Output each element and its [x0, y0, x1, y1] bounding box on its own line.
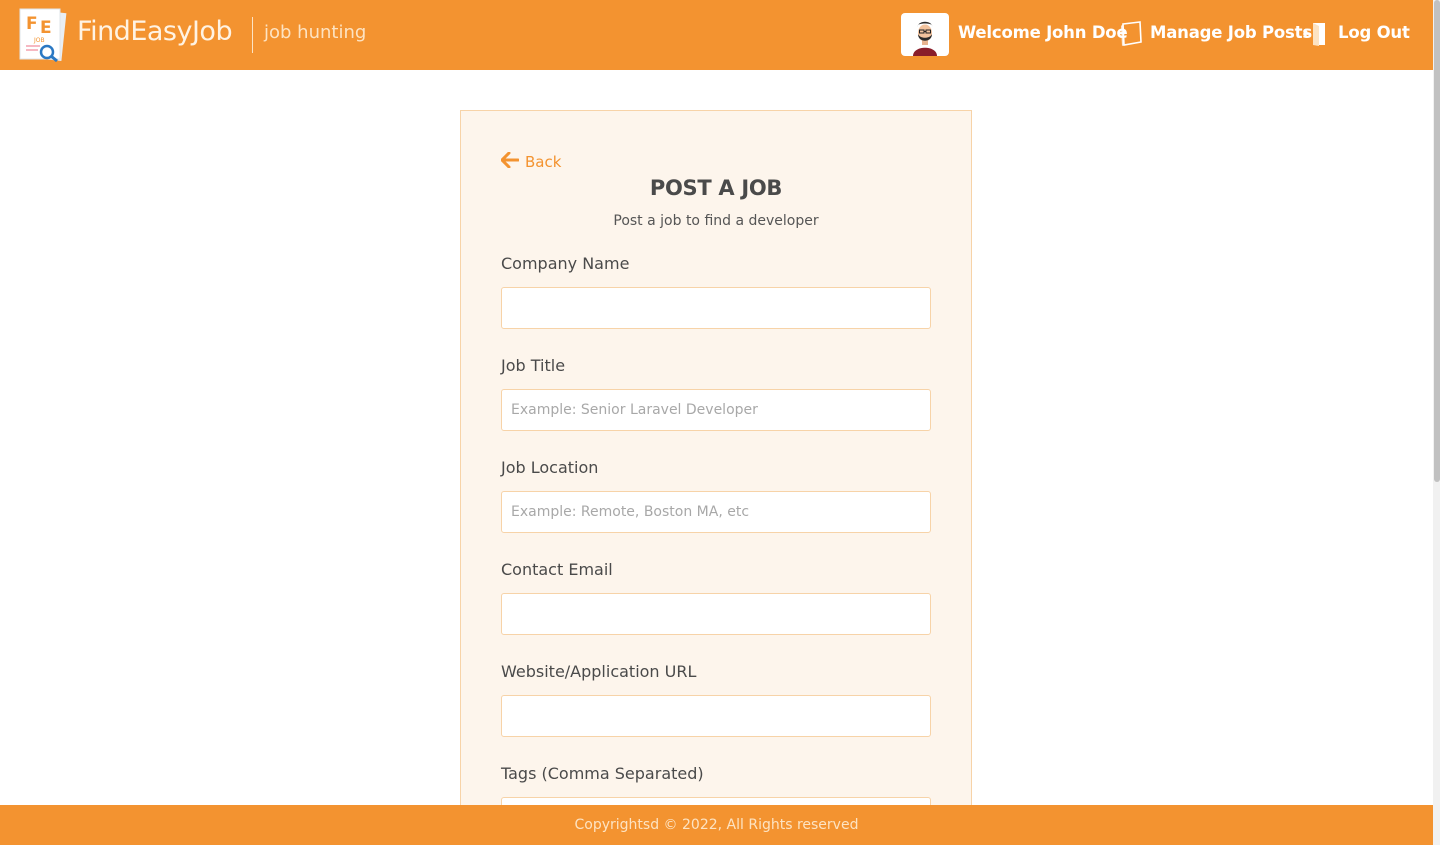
back-label: Back: [525, 153, 562, 171]
tags-label: Tags (Comma Separated): [501, 764, 704, 783]
logo-icon[interactable]: F E JOB: [16, 7, 68, 63]
user-avatar[interactable]: [901, 13, 949, 56]
logout-icon[interactable]: [1302, 21, 1329, 51]
svg-text:E: E: [40, 18, 52, 38]
logout-link[interactable]: Log Out: [1338, 23, 1410, 42]
welcome-user-link[interactable]: Welcome John Doe: [958, 23, 1128, 42]
page-title: POST A JOB: [649, 176, 783, 200]
company-name-label: Company Name: [501, 254, 630, 273]
copyright-text: Copyrightsd © 2022, All Rights reserved: [574, 817, 859, 833]
company-name-input[interactable]: [501, 287, 931, 329]
contact-email-label: Contact Email: [501, 560, 613, 579]
svg-text:F: F: [26, 14, 38, 34]
arrow-left-icon: [500, 151, 520, 172]
back-link[interactable]: Back: [500, 151, 562, 172]
website-url-label: Website/Application URL: [501, 662, 697, 681]
job-title-input[interactable]: [501, 389, 931, 431]
page-footer: Copyrightsd © 2022, All Rights reserved: [0, 805, 1433, 845]
contact-email-input[interactable]: [501, 593, 931, 635]
job-location-input[interactable]: [501, 491, 931, 533]
website-url-input[interactable]: [501, 695, 931, 737]
brand-tagline: job hunting: [264, 22, 367, 43]
page-subtitle: Post a job to find a developer: [613, 213, 819, 229]
manage-job-posts-link[interactable]: Manage Job Posts: [1150, 23, 1312, 42]
brand-divider: [252, 17, 253, 53]
svg-text:JOB: JOB: [33, 37, 45, 44]
job-title-label: Job Title: [501, 356, 566, 375]
document-icon[interactable]: [1119, 21, 1143, 51]
brand-name[interactable]: FindEasyJob: [77, 16, 233, 47]
job-location-label: Job Location: [501, 458, 599, 477]
page-scrollbar-thumb[interactable]: [1434, 0, 1440, 482]
top-navbar: F E JOB FindEasyJob job hunting Welcome …: [0, 0, 1433, 70]
